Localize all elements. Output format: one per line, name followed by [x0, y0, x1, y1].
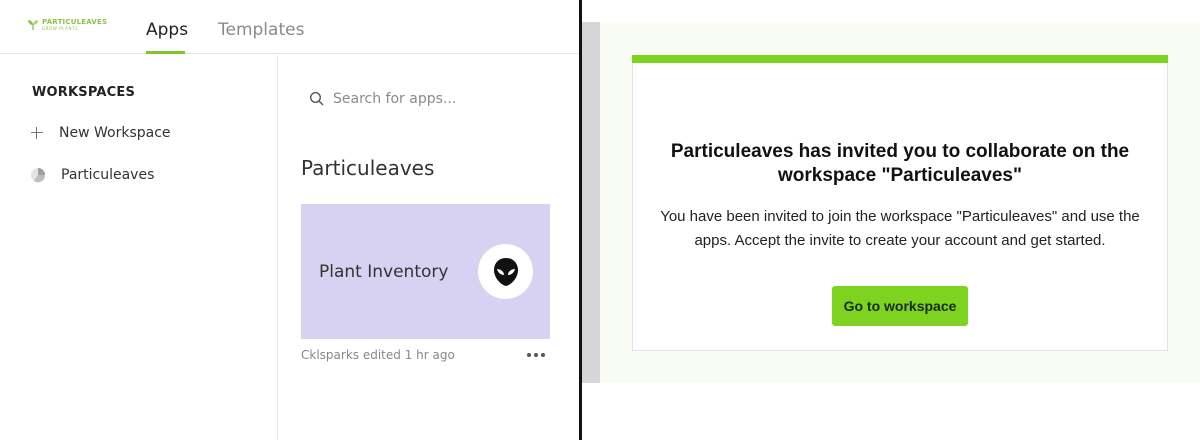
leaf-logo-icon — [28, 20, 38, 30]
app-card-plant-inventory[interactable]: Plant Inventory — [301, 204, 550, 339]
plus-icon — [30, 126, 44, 140]
email-margin — [582, 22, 600, 383]
workspace-title: Particuleaves — [301, 156, 435, 180]
workspaces-sidebar: WORKSPACES New Workspace Particuleaves — [0, 55, 278, 440]
sidebar-item-label: Particuleaves — [61, 167, 155, 183]
invite-body: You have been invited to join the worksp… — [660, 208, 1140, 249]
tab-apps[interactable]: Apps — [146, 20, 188, 40]
invite-email-card: Particuleaves has invited you to collabo… — [632, 55, 1168, 351]
new-workspace-button[interactable]: New Workspace — [30, 125, 171, 141]
search-bar[interactable] — [309, 91, 533, 107]
top-nav: PARTICULEAVES GROW PLANTS Apps Templates — [0, 0, 579, 54]
logo-name: PARTICULEAVES — [42, 18, 108, 26]
tab-templates[interactable]: Templates — [218, 20, 304, 40]
workspace-icon — [31, 168, 46, 183]
app-pane: PARTICULEAVES GROW PLANTS Apps Templates… — [0, 0, 580, 440]
more-options-icon[interactable] — [527, 353, 545, 357]
brand-logo[interactable]: PARTICULEAVES GROW PLANTS — [27, 19, 107, 31]
app-edit-meta: Cklsparks edited 1 hr ago — [301, 348, 455, 362]
apps-main: Particuleaves Plant Inventory Cklsparks … — [279, 55, 579, 440]
search-input[interactable] — [333, 91, 533, 107]
active-tab-indicator — [146, 51, 185, 54]
new-workspace-label: New Workspace — [59, 125, 171, 141]
go-to-workspace-button[interactable]: Go to workspace — [832, 286, 968, 326]
app-avatar — [478, 244, 533, 299]
email-pane: Particuleaves has invited you to collabo… — [582, 0, 1200, 440]
sidebar-item-particuleaves[interactable]: Particuleaves — [30, 167, 154, 183]
search-icon — [309, 91, 324, 106]
logo-tagline: GROW PLANTS — [42, 26, 79, 31]
app-name: Plant Inventory — [319, 262, 449, 282]
alien-icon — [493, 257, 518, 286]
email-accent-bar — [632, 55, 1168, 63]
invite-title: Particuleaves has invited you to collabo… — [670, 141, 1130, 186]
workspaces-heading: WORKSPACES — [32, 85, 136, 100]
